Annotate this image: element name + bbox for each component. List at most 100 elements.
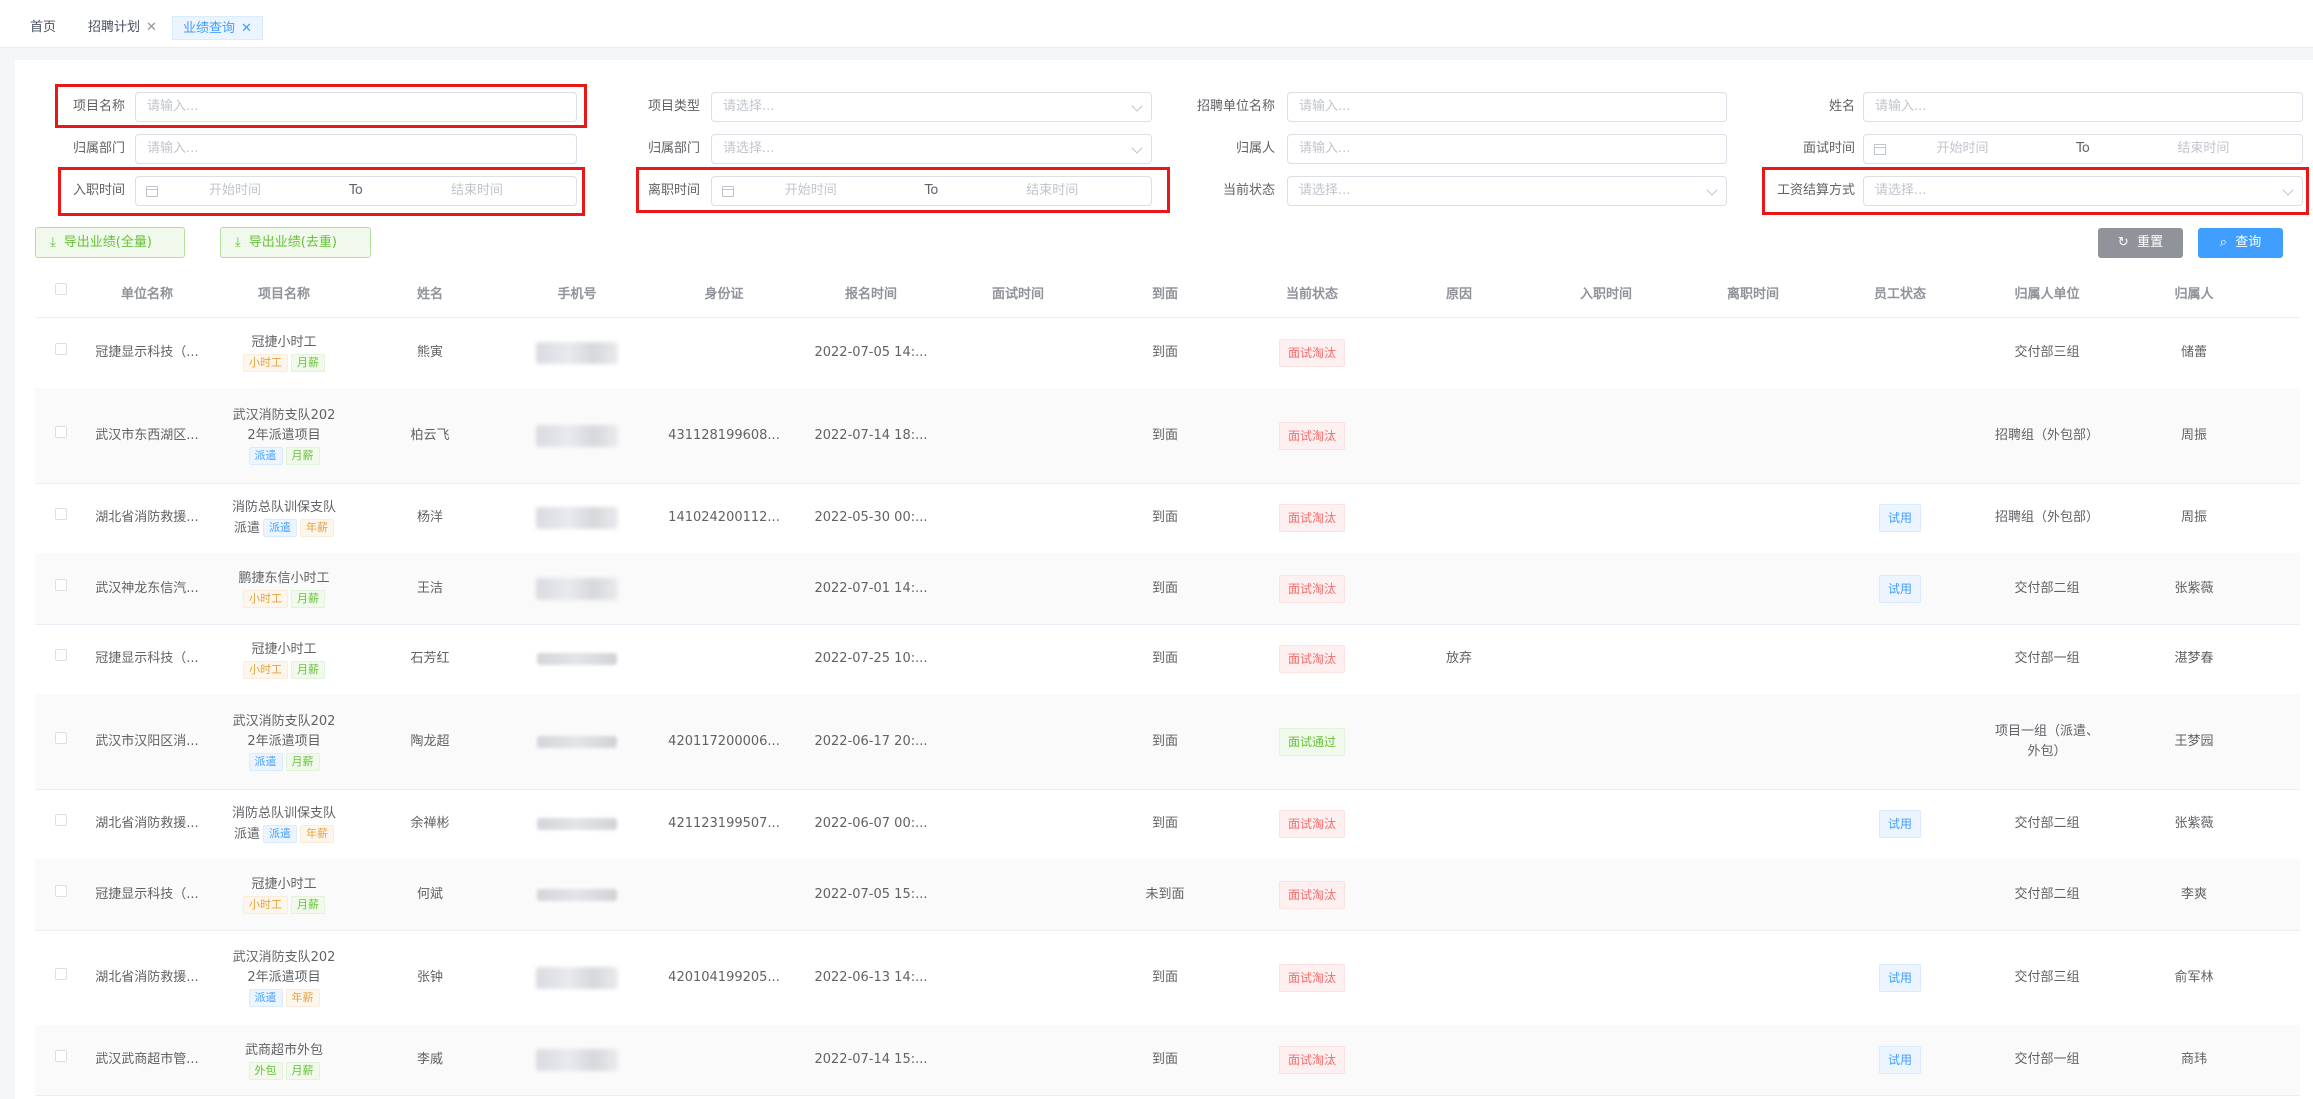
status-cell: 面试淘汰 bbox=[1252, 388, 1372, 483]
entry-time-cell bbox=[1546, 483, 1666, 553]
table-cell bbox=[664, 859, 784, 930]
export-dedup-button[interactable]: ⤓ 导出业绩(去重) bbox=[220, 227, 371, 258]
owner-unit: 项目一组（派遣、 bbox=[1994, 723, 2099, 739]
table-cell: 2022-07-14 15:... bbox=[811, 1025, 931, 1095]
row-checkbox[interactable] bbox=[55, 967, 67, 980]
tab-recruit-plan[interactable]: 招聘计划 ✕ bbox=[78, 16, 167, 40]
select-all-checkbox[interactable] bbox=[55, 283, 67, 295]
interview-time-label: 面试时间 bbox=[1802, 141, 1855, 156]
reset-button[interactable]: ↻ 重置 bbox=[2098, 228, 2183, 258]
table-cell: 2022-07-01 14:... bbox=[811, 553, 931, 624]
employee-status-cell: 试用 bbox=[1840, 930, 1960, 1025]
table-row[interactable]: 冠捷显示科技（... 冠捷小时工 小时工 月薪 石芳红 2022-07-25 10:...… bbox=[35, 624, 2300, 695]
row-checkbox[interactable] bbox=[55, 508, 67, 520]
table-row[interactable]: 冠捷显示科技（... 冠捷小时工 小时工 月薪 熊寅 2022-07-05 14:... 到… bbox=[35, 317, 2300, 389]
row-checkbox[interactable] bbox=[55, 342, 67, 355]
table-cell: 到面 bbox=[1105, 930, 1225, 1025]
row-checkbox[interactable] bbox=[55, 731, 67, 744]
column-header[interactable]: 当前状态 bbox=[1252, 272, 1372, 317]
company-name: 武汉市汉阳区消... bbox=[95, 733, 199, 749]
phone-cell bbox=[517, 859, 637, 930]
phone-cell bbox=[517, 694, 637, 789]
table-cell: 杨洋 bbox=[370, 483, 490, 553]
arrival-status: 到面 bbox=[1151, 816, 1178, 831]
row-checkbox[interactable] bbox=[55, 1050, 67, 1062]
close-icon[interactable]: ✕ bbox=[146, 20, 157, 35]
owner-unit-cell: 交付部二组 bbox=[1967, 789, 2127, 859]
tab-home[interactable]: 首页 bbox=[20, 16, 66, 40]
arrival-status: 到面 bbox=[1151, 733, 1178, 749]
row-checkbox[interactable] bbox=[55, 578, 67, 591]
owner-unit: 外包） bbox=[2027, 743, 2067, 759]
person-name: 柏云飞 bbox=[410, 427, 450, 443]
table-row[interactable]: 武汉神龙东信汽... 鹏捷东信小时工 小时工 月薪 王洁 2022-07-01 14:..… bbox=[35, 553, 2300, 625]
export-all-button[interactable]: ⤓ 导出业绩(全量) bbox=[35, 227, 185, 258]
interview-time-cell bbox=[958, 789, 1078, 859]
redacted-phone bbox=[536, 507, 618, 529]
owner-label: 归属人 bbox=[1235, 141, 1275, 156]
entry-time-cell bbox=[1546, 789, 1666, 859]
owner-department-select[interactable]: 请选择... bbox=[711, 134, 1152, 164]
table-row[interactable]: 湖北省消防救援... 消防总队训保支队 派遣 派遣 年薪 余禅彬 421123199507.… bbox=[35, 789, 2300, 860]
placeholder: 请输入... bbox=[147, 141, 199, 156]
table-cell: 冠捷显示科技（... bbox=[80, 317, 215, 388]
name-input[interactable]: 请输入... bbox=[1863, 92, 2303, 122]
table-cell bbox=[1399, 317, 1519, 388]
table-row[interactable]: 冠捷显示科技（... 冠捷小时工 小时工 月薪 何斌 2022-07-05 15:... 未… bbox=[35, 859, 2300, 931]
owner-name: 储蕾 bbox=[2180, 344, 2207, 360]
highlight-box bbox=[1762, 167, 2309, 215]
interview-time-range[interactable]: 开始时间 To 结束时间 bbox=[1863, 134, 2303, 164]
id-number: 421123199507... bbox=[668, 816, 780, 831]
owner-input[interactable]: 请输入... bbox=[1287, 134, 1727, 164]
table-cell bbox=[1399, 694, 1519, 789]
table-cell: 余禅彬 bbox=[370, 789, 490, 859]
project-name-line: 鹏捷东信小时工 bbox=[238, 571, 330, 586]
owner-unit: 交付部二组 bbox=[2014, 580, 2080, 596]
table-row[interactable]: 武汉武商超市管... 武商超市外包 外包 月薪 李威 2022-07-14 15:... 到… bbox=[35, 1025, 2300, 1096]
employee-status-badge: 试用 bbox=[1878, 574, 1921, 603]
project-tag: 外包 bbox=[248, 1061, 283, 1080]
project-tag: 月薪 bbox=[285, 1061, 320, 1080]
row-checkbox[interactable] bbox=[55, 814, 67, 826]
project-tag: 派遣 bbox=[248, 753, 283, 771]
phone-cell bbox=[517, 553, 637, 624]
employer-name-input[interactable]: 请输入... bbox=[1287, 92, 1727, 122]
department-input[interactable]: 请输入... bbox=[135, 134, 577, 164]
project-tag: 月薪 bbox=[291, 896, 325, 914]
table-cell: 到面 bbox=[1105, 388, 1225, 483]
table-cell: 2022-07-14 18:... bbox=[811, 388, 931, 483]
table-row[interactable]: 湖北省消防救援... 武汉消防支队202 2年派遣项目 派遣 年薪 张钟 420104199… bbox=[35, 930, 2300, 1026]
employee-status-cell bbox=[1840, 317, 1960, 388]
table-header: 单位名称 项目名称 姓名 手机号 身份证 报名时间 面试时间 到面 当前状态 原因 入职时间 离职时间… bbox=[35, 272, 2300, 318]
button-label: 重置 bbox=[2137, 235, 2164, 250]
tab-performance-query[interactable]: 业绩查询 ✕ bbox=[172, 16, 263, 40]
project-name-line: 消防总队训保支队 bbox=[231, 499, 336, 515]
leave-time-cell bbox=[1693, 1025, 1813, 1095]
table-cell bbox=[1399, 388, 1519, 483]
row-checkbox[interactable] bbox=[55, 884, 67, 897]
project-type-select[interactable]: 请选择... bbox=[711, 92, 1152, 122]
search-button[interactable]: ⌕ 查询 bbox=[2198, 228, 2283, 258]
row-checkbox[interactable] bbox=[55, 425, 67, 438]
project-tag: 小时工 bbox=[243, 354, 288, 372]
current-status-select[interactable]: 请选择... bbox=[1287, 176, 1727, 206]
person-name: 何斌 bbox=[416, 886, 443, 902]
table-cell bbox=[1399, 553, 1519, 624]
owner-name: 商玮 bbox=[2180, 1052, 2207, 1067]
arrival-status: 到面 bbox=[1151, 969, 1178, 985]
project-tags: 小时工 月薪 bbox=[243, 590, 325, 608]
close-icon[interactable]: ✕ bbox=[241, 21, 252, 36]
download-icon: ⤓ bbox=[235, 235, 241, 250]
row-checkbox[interactable] bbox=[55, 649, 67, 661]
signup-time: 2022-07-01 14:... bbox=[814, 580, 928, 596]
table-cell: 湖北省消防救援... bbox=[80, 930, 215, 1025]
owner-name: 王梦园 bbox=[2174, 733, 2214, 749]
employee-status-cell bbox=[1840, 859, 1960, 930]
project-cell: 冠捷小时工 小时工 月薪 bbox=[214, 317, 354, 388]
table-row[interactable]: 武汉市汉阳区消... 武汉消防支队202 2年派遣项目 派遣 月薪 陶龙超 42011720… bbox=[35, 694, 2300, 790]
employee-status-cell: 试用 bbox=[1840, 789, 1960, 859]
interview-time-cell bbox=[958, 1025, 1078, 1095]
table-row[interactable]: 湖北省消防救援... 消防总队训保支队 派遣 派遣 年薪 杨洋 141024200112..… bbox=[35, 483, 2300, 554]
project-tag: 年薪 bbox=[285, 989, 320, 1007]
table-row[interactable]: 武汉市东西湖区... 武汉消防支队202 2年派遣项目 派遣 月薪 柏云飞 43112819… bbox=[35, 388, 2300, 484]
